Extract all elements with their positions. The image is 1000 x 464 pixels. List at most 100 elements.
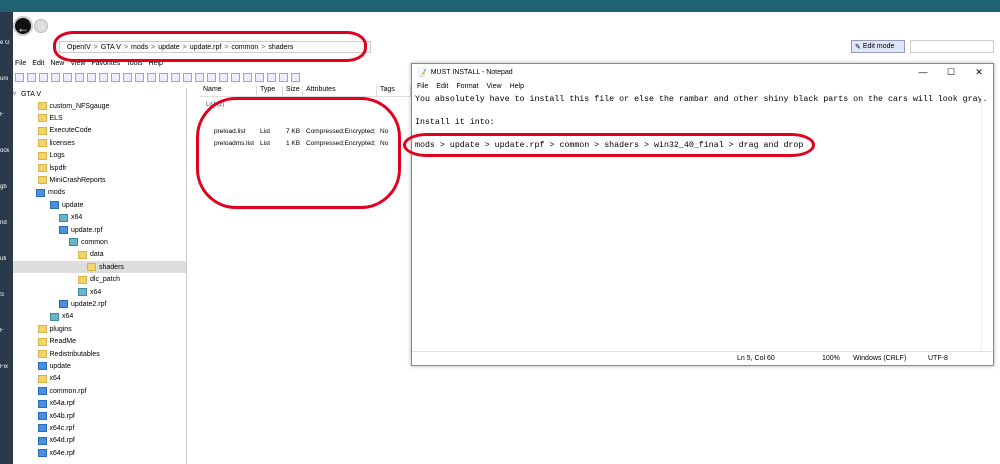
back-button[interactable]: ←: [13, 16, 33, 36]
desktop-icon-label[interactable]: uni: [0, 76, 13, 92]
tree-item[interactable]: x64: [13, 373, 186, 385]
breadcrumb-item[interactable]: shaders: [265, 44, 296, 51]
tree-item[interactable]: ReadMe: [13, 336, 186, 348]
toolbar-button-icon[interactable]: [183, 72, 192, 82]
tree-item[interactable]: lspdfr: [13, 162, 186, 174]
minimize-icon[interactable]: —: [909, 64, 937, 81]
tree-item[interactable]: x64c.rpf: [13, 422, 186, 434]
tree-item[interactable]: x64e.rpf: [13, 447, 186, 459]
toolbar-button-icon[interactable]: [75, 72, 84, 82]
toolbar-button-icon[interactable]: [39, 72, 48, 82]
desktop-icon-label[interactable]: uti: [0, 256, 13, 272]
notepad-scrollbar[interactable]: [981, 94, 993, 352]
breadcrumb-item[interactable]: GTA V: [98, 44, 124, 51]
toolbar-button-icon[interactable]: [27, 72, 36, 82]
column-header[interactable]: Type: [257, 86, 283, 96]
desktop-icon-label[interactable]: F: [0, 112, 13, 128]
column-header[interactable]: Tags: [377, 86, 411, 96]
tree-item[interactable]: x64: [13, 212, 186, 224]
toolbar-button-icon[interactable]: [195, 72, 204, 82]
toolbar-button-icon[interactable]: [219, 72, 228, 82]
toolbar-button-icon[interactable]: [291, 72, 300, 82]
tree-item[interactable]: ELS: [13, 112, 186, 124]
tree-item[interactable]: mods: [13, 187, 186, 199]
close-icon[interactable]: ✕: [965, 64, 993, 81]
tree-root[interactable]: v GTA V: [13, 88, 186, 100]
desktop-icon-label[interactable]: gb: [0, 184, 13, 200]
address-bar[interactable]: OpenIV > GTA V > mods > update > update.rpf > comm…: [59, 41, 371, 53]
tree-item[interactable]: Logs: [13, 150, 186, 162]
column-header[interactable]: Size: [283, 86, 303, 96]
toolbar-button-icon[interactable]: [231, 72, 240, 82]
notepad-menu-item[interactable]: View: [487, 83, 502, 90]
search-input[interactable]: [910, 40, 994, 53]
tree-item[interactable]: update2.rpf: [13, 298, 186, 310]
breadcrumb-item[interactable]: OpenIV: [64, 44, 94, 51]
breadcrumb-item[interactable]: update.rpf: [187, 44, 225, 51]
menu-item[interactable]: View: [70, 60, 85, 70]
column-header[interactable]: Attributes: [303, 86, 377, 96]
chevron-down-icon[interactable]: v: [13, 91, 21, 97]
tree-item[interactable]: dlc_patch: [13, 274, 186, 286]
notepad-menu-item[interactable]: Edit: [436, 83, 448, 90]
desktop-icon-label[interactable]: ock: [0, 148, 13, 164]
tree-item[interactable]: common.rpf: [13, 385, 186, 397]
tree-item[interactable]: update: [13, 360, 186, 372]
tree-item[interactable]: x64d.rpf: [13, 435, 186, 447]
tree-item[interactable]: update: [13, 199, 186, 211]
menu-item[interactable]: Favorites: [91, 60, 120, 70]
notepad-menu-item[interactable]: Help: [510, 83, 524, 90]
menu-item[interactable]: Edit: [32, 60, 44, 70]
tree-item[interactable]: x64a.rpf: [13, 398, 186, 410]
edit-mode-button[interactable]: ✎ Edit mode: [851, 40, 905, 53]
desktop-icon-label[interactable]: Fix: [0, 364, 13, 380]
desktop-icon-label[interactable]: F: [0, 328, 13, 344]
forward-button[interactable]: →: [34, 19, 48, 33]
tree-item[interactable]: plugins: [13, 323, 186, 335]
menu-item[interactable]: Help: [149, 60, 163, 70]
breadcrumb-item[interactable]: common: [228, 44, 261, 51]
toolbar-button-icon[interactable]: [135, 72, 144, 82]
tree-item[interactable]: x64: [13, 286, 186, 298]
toolbar-button-icon[interactable]: [123, 72, 132, 82]
notepad-menu-item[interactable]: Format: [456, 83, 478, 90]
toolbar-button-icon[interactable]: [243, 72, 252, 82]
toolbar-button-icon[interactable]: [171, 72, 180, 82]
toolbar-button-icon[interactable]: [159, 72, 168, 82]
tree-item[interactable]: ExecuteCode: [13, 125, 186, 137]
menu-item[interactable]: File: [15, 60, 26, 70]
table-row[interactable]: preload.list List 7 KB Compressed;Encrypted…: [200, 126, 411, 137]
menu-item[interactable]: New: [50, 60, 64, 70]
notepad-menu-item[interactable]: File: [417, 83, 428, 90]
toolbar-button-icon[interactable]: [51, 72, 60, 82]
tree-item[interactable]: shaders: [13, 261, 186, 274]
toolbar-button-icon[interactable]: [255, 72, 264, 82]
desktop-icon-label[interactable]: e G: [0, 40, 13, 56]
notepad-text-area[interactable]: You absolutely have to install this file…: [414, 94, 988, 352]
toolbar-button-icon[interactable]: [87, 72, 96, 82]
tree-item[interactable]: Redistributables: [13, 348, 186, 360]
desktop-icon-label[interactable]: nd: [0, 220, 13, 236]
toolbar-button-icon[interactable]: [63, 72, 72, 82]
desktop-icon-label[interactable]: S: [0, 292, 13, 308]
tree-item[interactable]: custom_NFSgauge: [13, 100, 186, 112]
toolbar-button-icon[interactable]: [111, 72, 120, 82]
table-row[interactable]: preloadms.list List 1 KB Compressed;Encrypt…: [200, 138, 411, 149]
toolbar-button-icon[interactable]: [99, 72, 108, 82]
toolbar-button-icon[interactable]: [15, 72, 24, 82]
column-header[interactable]: Name: [200, 86, 257, 96]
tree-item[interactable]: common: [13, 236, 186, 248]
breadcrumb-item[interactable]: update: [155, 44, 182, 51]
toolbar-button-icon[interactable]: [279, 72, 288, 82]
toolbar-button-icon[interactable]: [147, 72, 156, 82]
tree-item[interactable]: data: [13, 249, 186, 261]
tree-item[interactable]: x64b.rpf: [13, 410, 186, 422]
tree-item[interactable]: MiniCrashReports: [13, 174, 186, 186]
tree-item[interactable]: update.rpf: [13, 224, 186, 236]
breadcrumb-item[interactable]: mods: [128, 44, 151, 51]
toolbar-button-icon[interactable]: [267, 72, 276, 82]
maximize-icon[interactable]: ☐: [937, 64, 965, 81]
tree-item[interactable]: licenses: [13, 137, 186, 149]
tree-item[interactable]: x64: [13, 311, 186, 323]
menu-item[interactable]: Tools: [126, 60, 142, 70]
